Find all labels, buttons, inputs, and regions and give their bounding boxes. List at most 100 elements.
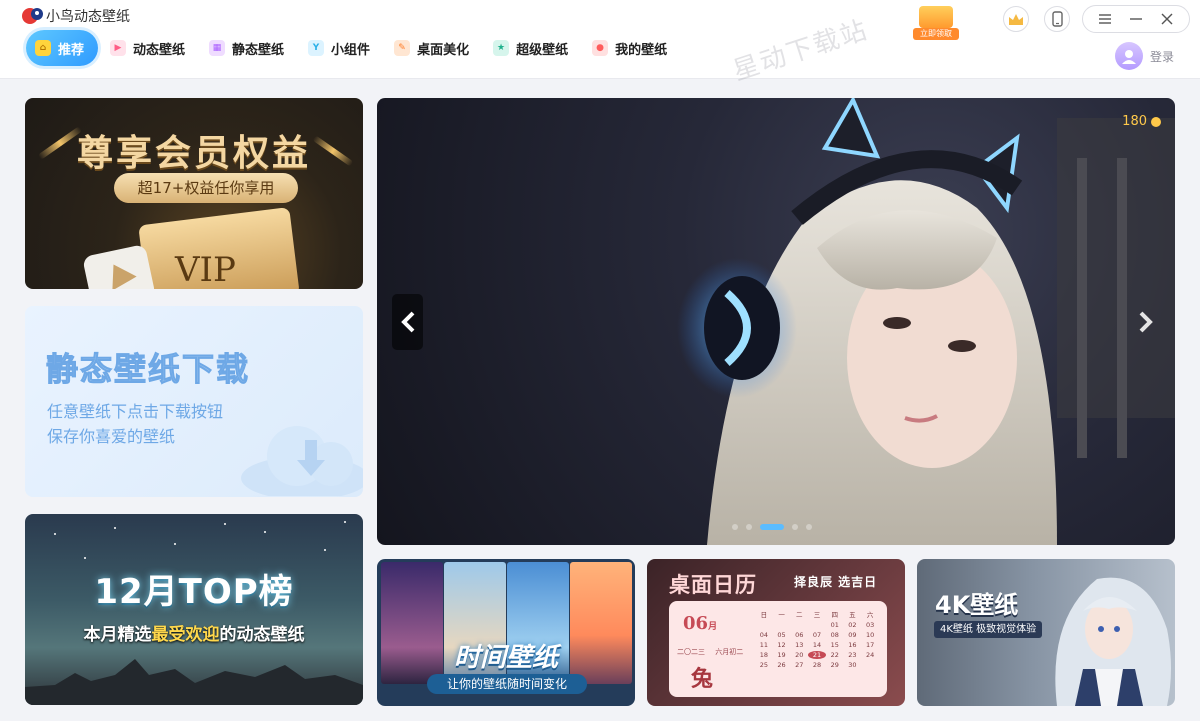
calendar-day: 25 — [759, 661, 768, 669]
app-title: 小鸟动态壁纸 — [46, 9, 130, 25]
calendar-weekday: 五 — [849, 611, 856, 619]
calendar-card-title: 桌面日历 — [669, 573, 757, 597]
star-icon: ★ — [493, 40, 510, 56]
carousel-dot[interactable] — [792, 524, 798, 530]
static-wallpaper-download-card[interactable]: 静态壁纸下载 任意壁纸下点击下载按钮 保存你喜爱的壁纸 — [25, 306, 363, 497]
calendar-day: 19 — [777, 651, 786, 659]
calendar-day — [790, 621, 808, 629]
carousel-next-button[interactable] — [1133, 303, 1159, 341]
carousel-dot[interactable] — [732, 524, 738, 530]
crown-icon — [1009, 13, 1023, 25]
vip-ticket-text: VIP — [175, 250, 236, 289]
carousel-dot-active[interactable] — [760, 524, 784, 530]
login-button[interactable]: 登录 — [1115, 42, 1174, 70]
nav-item-desktop-beautify[interactable]: ✎ 桌面美化 — [384, 30, 481, 66]
nav-item-live-wallpaper[interactable]: ▶ 动态壁纸 — [100, 30, 197, 66]
login-label: 登录 — [1150, 49, 1175, 64]
calendar-card-tag: 择良辰 选吉日 — [794, 575, 878, 589]
calendar-day — [773, 621, 791, 629]
calendar-year: 二〇二三 — [677, 648, 705, 656]
calendar-day — [755, 621, 773, 629]
top-card-title: 12月TOP榜 — [94, 572, 294, 612]
calendar-day: 16 — [848, 641, 857, 649]
static-card-line: 任意壁纸下点击下载按钮 — [47, 402, 224, 421]
calendar-day: 04 — [759, 631, 768, 639]
carousel-dot[interactable] — [806, 524, 812, 530]
banner-wallpaper-image — [677, 98, 1175, 545]
close-icon — [1161, 13, 1173, 25]
nav-item-recommend[interactable]: ⌂ 推荐 — [26, 30, 99, 66]
nav-item-label: 推荐 — [58, 42, 85, 58]
image-icon: ▦ — [209, 40, 226, 56]
calendar-day: 28 — [812, 661, 822, 669]
top-sub-post: 的动态壁纸 — [219, 625, 305, 645]
calendar-day: 09 — [848, 631, 857, 639]
calendar-month-number: 06 — [683, 613, 709, 634]
calendar-weekday: 三 — [813, 611, 821, 619]
nav-item-super-wallpaper[interactable]: ★ 超级壁纸 — [483, 30, 580, 66]
calendar-sheet: 06月 二〇二三 六月初二 兔 日一二三四五六 01 02 03 04 05 06 07 08 0… — [669, 601, 887, 697]
calendar-day-today: 21 — [808, 651, 826, 659]
menu-icon — [1098, 14, 1111, 24]
calendar-day: 18 — [759, 651, 768, 659]
widget-icon: Y — [308, 40, 325, 56]
nav-item-label: 我的壁纸 — [615, 42, 668, 58]
nav-item-label: 超级壁纸 — [516, 42, 569, 58]
promo-gift-button[interactable]: 立即领取 — [913, 6, 959, 40]
calendar-day: 07 — [812, 631, 822, 639]
calendar-day: 13 — [795, 641, 804, 649]
nav-item-label: 桌面美化 — [417, 42, 470, 58]
nav-item-label: 静态壁纸 — [232, 42, 285, 58]
featured-banner-carousel[interactable]: 180 — [377, 98, 1175, 545]
static-card-title: 静态壁纸下载 — [45, 350, 251, 389]
4k-card-subtitle: 4K壁纸 极致视觉体验 — [934, 621, 1043, 638]
calendar-day: 06 — [795, 631, 804, 639]
calendar-date-row: 二〇二三 六月初二 — [677, 647, 743, 657]
gift-icon — [919, 6, 953, 28]
nav-item-label: 动态壁纸 — [133, 42, 186, 58]
minimize-button[interactable] — [1125, 8, 1147, 30]
avatar — [1115, 42, 1143, 70]
close-button[interactable] — [1156, 8, 1178, 30]
phone-icon — [1051, 11, 1063, 27]
play-icon: ▶ — [110, 40, 127, 56]
calendar-day: 24 — [865, 651, 875, 659]
home-icon: ⌂ — [35, 40, 51, 56]
vip-crown-button[interactable] — [1003, 6, 1029, 32]
carousel-prev-button[interactable] — [392, 294, 423, 350]
top-chart-card[interactable]: 12月TOP榜 本月精选最受欢迎的动态壁纸 — [25, 514, 363, 705]
time-card-title: 时间壁纸 — [453, 643, 558, 673]
nav-item-widgets[interactable]: Y 小组件 — [298, 30, 382, 66]
chevron-right-icon — [1139, 311, 1153, 333]
minimize-icon — [1129, 18, 1142, 20]
time-wallpaper-card[interactable]: 时间壁纸 让你的壁纸随时间变化 — [377, 559, 635, 706]
desktop-calendar-card[interactable]: 桌面日历 择良辰 选吉日 06月 二〇二三 六月初二 兔 日一二三四五六 01 02… — [647, 559, 905, 706]
brush-icon: ✎ — [394, 40, 411, 56]
calendar-day: 20 — [795, 651, 804, 659]
4k-wallpaper-card[interactable]: 4K壁纸 4K壁纸 极致视觉体验 — [917, 559, 1175, 706]
calendar-day: 26 — [777, 661, 786, 669]
vip-benefits-card[interactable]: 尊享会员权益 超17+权益任你享用 VIP — [25, 98, 363, 289]
user-icon: ● — [592, 40, 609, 56]
carousel-dot[interactable] — [746, 524, 752, 530]
nav-item-static-wallpaper[interactable]: ▦ 静态壁纸 — [199, 30, 296, 66]
nav-item-my-wallpaper[interactable]: ● 我的壁纸 — [582, 30, 679, 66]
calendar-day — [808, 621, 826, 629]
vip-subtitle: 超17+权益任你享用 — [114, 173, 298, 203]
calendar-day: 22 — [830, 651, 839, 659]
calendar-weekday: 二 — [796, 611, 803, 619]
calendar-day — [861, 661, 879, 669]
calendar-day: 15 — [830, 641, 839, 649]
calendar-day: 03 — [865, 621, 875, 629]
4k-card-title: 4K壁纸 — [935, 591, 1019, 619]
chevron-left-icon — [400, 311, 414, 333]
calendar-month-unit: 月 — [708, 622, 718, 632]
main-nav: ⌂ 推荐 ▶ 动态壁纸 ▦ 静态壁纸 Y 小组件 ✎ 桌面美化 ★ 超级壁纸 ●… — [26, 30, 681, 66]
menu-button[interactable] — [1094, 8, 1116, 30]
app-logo-icon — [22, 8, 43, 24]
calendar-zodiac: 兔 — [691, 666, 714, 692]
calendar-day: 11 — [759, 641, 768, 649]
coin-count: 180 — [1122, 114, 1147, 129]
mobile-button[interactable] — [1044, 6, 1070, 32]
top-sub-highlight: 最受欢迎 — [151, 625, 220, 645]
